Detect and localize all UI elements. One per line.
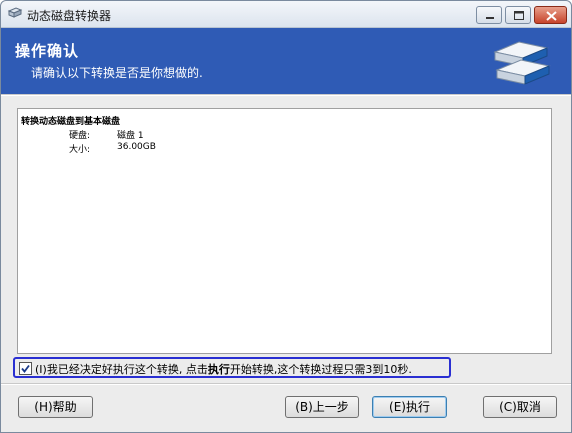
disk-app-icon	[7, 7, 23, 21]
title-bar[interactable]: 动态磁盘转换器	[1, 1, 571, 28]
confirm-label: (I)我已经决定好执行这个转换, 点击执行开始转换,这个转换过程只需3到10秒.	[35, 361, 412, 377]
confirm-text-bold: 执行	[207, 363, 230, 376]
minimize-button[interactable]	[476, 6, 502, 24]
page-title: 操作确认	[15, 42, 80, 60]
execute-button[interactable]: (E)执行	[372, 396, 447, 418]
confirm-checkbox[interactable]	[19, 362, 32, 375]
maximize-button[interactable]	[505, 6, 531, 24]
minimize-icon	[486, 17, 494, 19]
close-icon	[546, 11, 557, 21]
wizard-header: 操作确认 请确认以下转换是否是你想做的.	[1, 28, 571, 94]
back-button[interactable]: (B)上一步	[285, 396, 359, 418]
confirm-text-before: (I)我已经决定好执行这个转换, 点击	[35, 363, 208, 376]
header-divider	[1, 94, 571, 96]
disk-value: 磁盘 1	[117, 131, 144, 141]
help-button[interactable]: (H)帮助	[18, 396, 93, 418]
size-label: 大小:	[69, 145, 91, 155]
disk-drives-icon	[493, 41, 551, 85]
size-value: 36.00GB	[117, 142, 156, 152]
confirm-text-after: 开始转换,这个转换过程只需3到10秒.	[229, 363, 412, 376]
operation-details-panel: 转换动态磁盘到基本磁盘 硬盘: 磁盘 1 大小: 36.00GB	[17, 108, 552, 354]
footer-divider	[1, 383, 571, 385]
dialog-window: 动态磁盘转换器 操作确认 请确认以下转换是否是你想做的. 转换动态磁盘到基本磁盘…	[0, 0, 572, 433]
checkmark-icon	[21, 364, 30, 373]
page-subtitle: 请确认以下转换是否是你想做的.	[31, 66, 203, 80]
cancel-button[interactable]: (C)取消	[483, 396, 557, 418]
close-button[interactable]	[534, 6, 567, 24]
maximize-icon	[514, 11, 524, 20]
window-title: 动态磁盘转换器	[27, 9, 112, 23]
operation-heading: 转换动态磁盘到基本磁盘	[21, 117, 121, 127]
disk-label: 硬盘:	[69, 131, 91, 141]
confirm-checkbox-row[interactable]: (I)我已经决定好执行这个转换, 点击执行开始转换,这个转换过程只需3到10秒.	[13, 357, 451, 378]
